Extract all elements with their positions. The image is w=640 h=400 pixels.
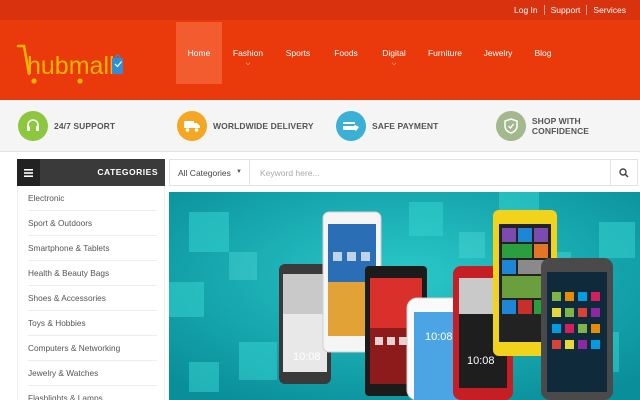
nav-label: Foods [334, 48, 358, 58]
phone-clock: 10:08 [467, 355, 495, 367]
nav-jewelry[interactable]: Jewelry [472, 22, 524, 84]
nav-label: Furniture [427, 48, 462, 58]
nav-blog[interactable]: Blog [524, 22, 562, 84]
nav-label: Fashion [232, 48, 264, 58]
feature-delivery: WORLDWIDE DELIVERY [177, 109, 314, 143]
search-input[interactable] [254, 160, 594, 185]
logo-text: hubmall [27, 52, 115, 80]
payment-icon [336, 111, 366, 141]
phone-image [541, 258, 613, 400]
feature-label: 24/7 SUPPORT [54, 121, 116, 131]
category-item-sport-outdoors[interactable]: Sport & Outdoors [28, 211, 157, 236]
nav-label: Home [187, 48, 211, 58]
search-icon [619, 167, 629, 178]
feature-confidence: SHOP WITH CONFIDENCE [496, 109, 640, 143]
hamburger-menu-icon[interactable] [17, 159, 40, 186]
main-nav: Home Fashion ⌵ Sports Foods Digital ⌵ Fu… [176, 22, 562, 84]
category-select-value: All Categories [178, 167, 231, 178]
main-header: hubmall Home Fashion ⌵ Sports Foods Digi… [0, 20, 640, 100]
feature-label: SHOP WITH CONFIDENCE [531, 116, 590, 136]
nav-fashion[interactable]: Fashion ⌵ [222, 22, 274, 84]
chevron-down-icon: ⌵ [245, 61, 251, 67]
chevron-down-icon: ⌵ [391, 61, 397, 67]
phone-clock: 10:08 [293, 351, 321, 363]
categories-title: CATEGORIES [97, 167, 158, 177]
feature-label: SAFE PAYMENT [372, 121, 439, 131]
nav-home[interactable]: Home [176, 22, 222, 84]
nav-label: Blog [534, 48, 552, 58]
search-bar: All Categories ▼ [169, 159, 638, 186]
phone-clock: 10:08 [425, 331, 453, 343]
category-item-health-beauty[interactable]: Health & Beauty Bags [28, 261, 157, 286]
category-item-electronic[interactable]: Electronic [28, 186, 157, 211]
category-item-computers-networking[interactable]: Computers & Networking [28, 336, 157, 361]
truck-icon [177, 111, 207, 141]
category-item-toys-hobbies[interactable]: Toys & Hobbies [28, 311, 157, 336]
nav-sports[interactable]: Sports [274, 22, 322, 84]
feature-label: WORLDWIDE DELIVERY [213, 121, 314, 131]
smartphones-banner-image: 10:08 10:08 10:08 [169, 192, 640, 400]
category-list: Electronic Sport & Outdoors Smartphone &… [17, 186, 165, 400]
top-bar: Log In Support Services [0, 0, 640, 20]
nav-digital[interactable]: Digital ⌵ [370, 22, 418, 84]
support-link[interactable]: Support [543, 5, 587, 15]
category-item-shoes-accessories[interactable]: Shoes & Accessories [28, 286, 157, 311]
nav-label: Sports [285, 48, 311, 58]
top-links: Log In Support Services [508, 0, 632, 20]
category-select[interactable]: All Categories ▼ [170, 160, 250, 185]
feature-payment: SAFE PAYMENT [336, 109, 438, 143]
shield-icon [496, 111, 526, 141]
headset-icon [18, 111, 48, 141]
nav-label: Digital [382, 48, 406, 58]
feature-support: 24/7 SUPPORT [18, 109, 115, 143]
nav-foods[interactable]: Foods [322, 22, 370, 84]
categories-header[interactable]: CATEGORIES [17, 159, 165, 186]
nav-label: Jewelry [483, 48, 513, 58]
search-button[interactable] [610, 160, 637, 185]
category-item-smartphone-tablets[interactable]: Smartphone & Tablets [28, 236, 157, 261]
caret-down-icon: ▼ [236, 169, 242, 175]
category-item-jewelry-watches[interactable]: Jewelry & Watches [28, 361, 157, 386]
login-link[interactable]: Log In [508, 5, 544, 15]
category-item-flashlights-lamps[interactable]: Flashlights & Lamps [28, 386, 157, 400]
features-strip: 24/7 SUPPORT WORLDWIDE DELIVERY SAFE PAY… [0, 100, 640, 152]
services-link[interactable]: Services [586, 5, 632, 15]
hubmall-logo[interactable]: hubmall [16, 34, 126, 86]
nav-furniture[interactable]: Furniture [418, 22, 472, 84]
hero-banner[interactable]: 10:08 10:08 10:08 [169, 192, 640, 400]
